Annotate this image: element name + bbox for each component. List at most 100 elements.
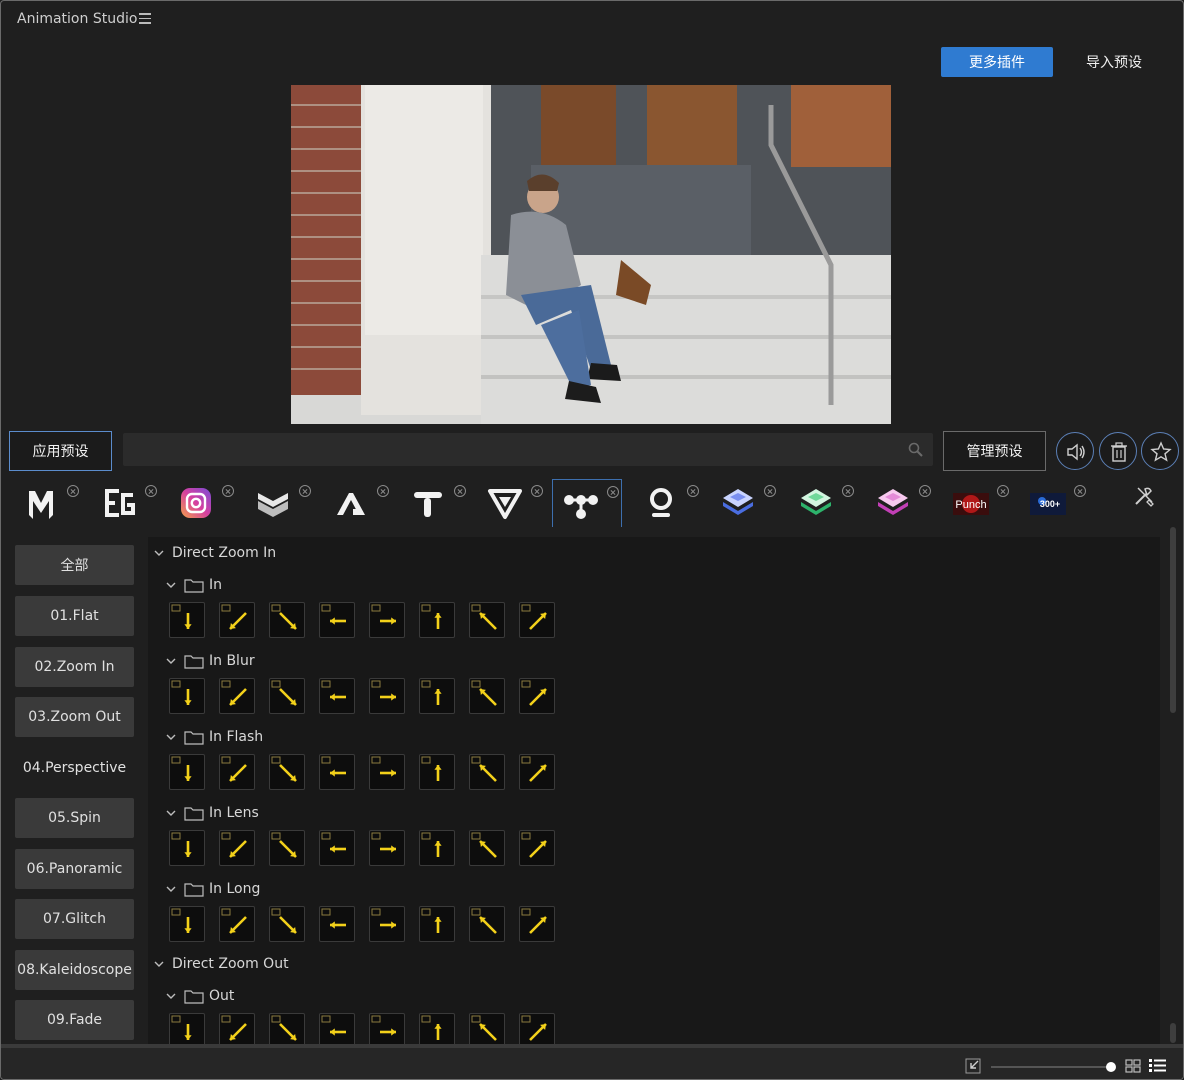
sidebar-item-kaleidoscope[interactable]: 08.Kaleidoscope: [15, 950, 134, 990]
preset-thumbnail[interactable]: [169, 906, 205, 942]
chevron-down-icon[interactable]: [166, 732, 176, 742]
plugin-tab[interactable]: [867, 479, 937, 527]
plugin-tab[interactable]: [790, 479, 860, 527]
preset-thumbnail[interactable]: [269, 1013, 305, 1044]
search-input[interactable]: [123, 433, 903, 466]
preset-thumbnail[interactable]: [419, 1013, 455, 1044]
sidebar-item-flat[interactable]: 01.Flat: [15, 596, 134, 636]
chevron-down-icon[interactable]: [166, 991, 176, 1001]
scrollbar[interactable]: [1167, 525, 1179, 1047]
sidebar-item-glitch[interactable]: 07.Glitch: [15, 899, 134, 939]
section-header[interactable]: Direct Zoom Out: [154, 956, 289, 972]
chevron-down-icon[interactable]: [154, 548, 164, 558]
sidebar-item-panoramic[interactable]: 06.Panoramic: [15, 849, 134, 889]
apply-preset-button[interactable]: 应用预设: [9, 431, 112, 471]
sidebar-item-zoom-in[interactable]: 02.Zoom In: [15, 647, 134, 687]
plugin-tab-active[interactable]: [552, 479, 622, 527]
preset-thumbnail[interactable]: [469, 1013, 505, 1044]
section-header[interactable]: Direct Zoom In: [154, 545, 276, 561]
plugin-tab[interactable]: [479, 479, 549, 527]
grid-view-icon[interactable]: [1125, 1059, 1141, 1073]
sound-button[interactable]: [1056, 432, 1094, 470]
close-icon[interactable]: [1074, 485, 1086, 497]
preset-thumbnail[interactable]: [369, 1013, 405, 1044]
folder-header[interactable]: In Blur: [166, 653, 255, 669]
preset-thumbnail[interactable]: [469, 678, 505, 714]
scrollbar-thumb[interactable]: [1170, 527, 1176, 713]
sidebar-item-fade[interactable]: 09.Fade: [15, 1000, 134, 1040]
plugin-tab[interactable]: [247, 479, 317, 527]
preset-thumbnail[interactable]: [269, 602, 305, 638]
preset-thumbnail[interactable]: [169, 678, 205, 714]
close-icon[interactable]: [687, 485, 699, 497]
preset-thumbnail[interactable]: [319, 906, 355, 942]
sidebar-item-zoom-out[interactable]: 03.Zoom Out: [15, 697, 134, 737]
folder-header[interactable]: In Flash: [166, 729, 263, 745]
folder-header[interactable]: In Lens: [166, 805, 259, 821]
plugin-tab[interactable]: [402, 479, 472, 527]
preset-thumbnail[interactable]: [219, 1013, 255, 1044]
folder-header[interactable]: In: [166, 577, 222, 593]
preset-thumbnail[interactable]: [419, 830, 455, 866]
preset-thumbnail[interactable]: [219, 602, 255, 638]
hamburger-menu-icon[interactable]: [139, 13, 151, 24]
plugin-tab[interactable]: [712, 479, 782, 527]
close-icon[interactable]: [919, 485, 931, 497]
plugin-tab[interactable]: 300+: [1022, 479, 1092, 527]
close-icon[interactable]: [145, 485, 157, 497]
chevron-down-icon[interactable]: [166, 808, 176, 818]
preset-thumbnail[interactable]: [319, 830, 355, 866]
preset-thumbnail[interactable]: [369, 754, 405, 790]
manage-presets-button[interactable]: 管理预设: [943, 431, 1046, 471]
chevron-down-icon[interactable]: [166, 580, 176, 590]
preset-thumbnail[interactable]: [219, 906, 255, 942]
preset-thumbnail[interactable]: [269, 754, 305, 790]
preset-thumbnail[interactable]: [219, 678, 255, 714]
zoom-slider-knob[interactable]: [1106, 1062, 1117, 1072]
chevron-down-icon[interactable]: [166, 884, 176, 894]
list-view-icon[interactable]: [1149, 1058, 1166, 1073]
folder-header[interactable]: Out: [166, 988, 234, 1004]
close-icon[interactable]: [377, 485, 389, 497]
plugin-tab[interactable]: [170, 479, 240, 527]
chevron-down-icon[interactable]: [166, 656, 176, 666]
preset-thumbnail[interactable]: [419, 602, 455, 638]
preset-thumbnail[interactable]: [369, 678, 405, 714]
folder-header[interactable]: In Long: [166, 881, 260, 897]
close-icon[interactable]: [222, 485, 234, 497]
plugin-tab[interactable]: [15, 479, 85, 527]
preset-thumbnail[interactable]: [519, 830, 555, 866]
plugin-tab[interactable]: [325, 479, 395, 527]
close-icon[interactable]: [607, 486, 619, 498]
close-icon[interactable]: [531, 485, 543, 497]
preset-thumbnail[interactable]: [419, 754, 455, 790]
preset-thumbnail[interactable]: [319, 678, 355, 714]
preset-thumbnail[interactable]: [469, 602, 505, 638]
close-icon[interactable]: [764, 485, 776, 497]
preset-thumbnail[interactable]: [169, 1013, 205, 1044]
close-icon[interactable]: [299, 485, 311, 497]
close-icon[interactable]: [454, 485, 466, 497]
plugin-tab[interactable]: Punch: [945, 479, 1015, 527]
import-presets-button[interactable]: 导入预设: [1069, 47, 1159, 77]
preset-thumbnail[interactable]: [519, 906, 555, 942]
preset-thumbnail[interactable]: [169, 602, 205, 638]
favorite-button[interactable]: [1141, 432, 1179, 470]
tools-icon[interactable]: [1133, 485, 1155, 507]
delete-button[interactable]: [1099, 432, 1137, 470]
close-icon[interactable]: [997, 485, 1009, 497]
preset-thumbnail[interactable]: [219, 830, 255, 866]
plugin-tab[interactable]: [635, 479, 705, 527]
preset-thumbnail[interactable]: [319, 754, 355, 790]
preset-thumbnail[interactable]: [419, 678, 455, 714]
close-icon[interactable]: [842, 485, 854, 497]
preset-thumbnail[interactable]: [369, 830, 405, 866]
shrink-icon[interactable]: [965, 1058, 981, 1074]
preset-thumbnail[interactable]: [169, 754, 205, 790]
scrollbar-end[interactable]: [1170, 1023, 1176, 1043]
search-icon[interactable]: [908, 442, 923, 457]
chevron-down-icon[interactable]: [154, 959, 164, 969]
preset-thumbnail[interactable]: [469, 830, 505, 866]
preset-thumbnail[interactable]: [319, 1013, 355, 1044]
close-icon[interactable]: [67, 485, 79, 497]
